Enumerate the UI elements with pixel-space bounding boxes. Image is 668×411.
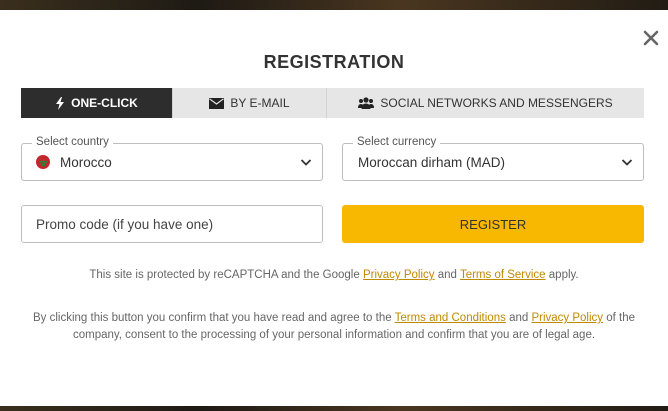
recaptcha-notice: This site is protected by reCAPTCHA and … [0,269,668,281]
tab-social-networks[interactable]: SOCIAL NETWORKS AND MESSENGERS [327,88,644,118]
currency-select-value: Moroccan dirham (MAD) [358,154,506,170]
users-icon [358,97,375,109]
currency-select-label: Select currency [353,136,441,148]
country-select-value: Morocco [60,154,112,170]
lightning-icon [56,96,65,110]
country-select-label: Select country [32,136,113,148]
country-select[interactable]: Select country Morocco [21,136,323,181]
envelope-icon [209,97,225,109]
promo-code-input[interactable] [21,205,323,243]
morocco-flag-icon [36,155,50,169]
recaptcha-notice-prefix: This site is protected by reCAPTCHA and … [89,269,360,281]
modal-title: REGISTRATION [263,52,405,72]
currency-select[interactable]: Select currency Moroccan dirham (MAD) [342,136,644,181]
chevron-down-icon [300,159,312,166]
google-privacy-policy-link[interactable]: Privacy Policy [363,269,435,281]
close-icon[interactable] [640,27,662,49]
tab-one-click-label: ONE-CLICK [71,96,138,110]
recaptcha-notice-and: and [437,269,457,281]
legal-and: and [509,312,529,324]
tab-social-networks-label: SOCIAL NETWORKS AND MESSENGERS [380,96,613,110]
tab-by-email-label: BY E-MAIL [230,96,290,110]
legal-consent-text: By clicking this button you confirm that… [26,310,642,344]
tab-one-click[interactable]: ONE-CLICK [21,88,173,118]
tab-by-email[interactable]: BY E-MAIL [173,88,327,118]
legal-prefix: By clicking this button you confirm that… [32,312,392,324]
google-terms-of-service-link[interactable]: Terms of Service [460,269,546,281]
privacy-policy-link[interactable]: Privacy Policy [531,312,603,324]
recaptcha-notice-suffix: apply. [548,269,579,281]
register-button[interactable]: REGISTER [342,205,644,243]
terms-and-conditions-link[interactable]: Terms and Conditions [395,312,506,324]
chevron-down-icon [621,159,633,166]
registration-tabs: ONE-CLICK BY E-MAIL SOCIAL NETWORKS AND … [21,88,644,118]
